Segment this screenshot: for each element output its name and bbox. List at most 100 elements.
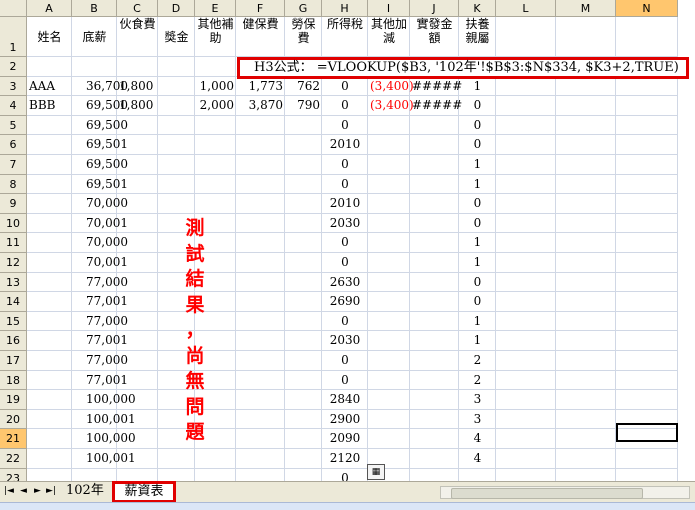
column-header-C[interactable]: C bbox=[117, 0, 158, 17]
cell-N3[interactable] bbox=[616, 76, 678, 97]
cell-A18[interactable] bbox=[27, 370, 72, 391]
row-header-11[interactable]: 11 bbox=[0, 233, 27, 253]
cell-J6[interactable] bbox=[410, 135, 459, 155]
cell-I20[interactable] bbox=[368, 409, 410, 430]
horizontal-scrollbar[interactable] bbox=[440, 486, 690, 499]
row-header-16[interactable]: 16 bbox=[0, 331, 27, 351]
column-header-B[interactable]: B bbox=[72, 0, 117, 17]
cell-M17[interactable] bbox=[556, 351, 616, 371]
cell-G11[interactable] bbox=[285, 233, 322, 253]
cell-L1[interactable] bbox=[496, 17, 556, 57]
cell-J12[interactable] bbox=[410, 253, 459, 273]
cell-M20[interactable] bbox=[556, 409, 616, 430]
cell-M10[interactable] bbox=[556, 213, 616, 234]
cell-E22[interactable] bbox=[195, 449, 236, 469]
cell-G21[interactable] bbox=[285, 429, 322, 449]
cell-L22[interactable] bbox=[496, 449, 556, 469]
cell-F5[interactable] bbox=[236, 115, 285, 136]
cell-F7[interactable] bbox=[236, 155, 285, 175]
cell-M16[interactable] bbox=[556, 331, 616, 351]
cell-M9[interactable] bbox=[556, 194, 616, 214]
cell-A21[interactable] bbox=[27, 429, 72, 449]
cell-J22[interactable] bbox=[410, 449, 459, 469]
tab-salary[interactable]: 薪資表 bbox=[112, 481, 176, 503]
cell-G20[interactable] bbox=[285, 409, 322, 430]
cell-I21[interactable] bbox=[368, 429, 410, 449]
cell-M7[interactable] bbox=[556, 155, 616, 175]
cell-J10[interactable] bbox=[410, 213, 459, 234]
row-header-4[interactable]: 4 bbox=[0, 96, 27, 116]
cell-F19[interactable] bbox=[236, 390, 285, 410]
column-header-L[interactable]: L bbox=[496, 0, 556, 17]
cell-J15[interactable] bbox=[410, 311, 459, 332]
row-header-15[interactable]: 15 bbox=[0, 311, 27, 332]
cell-A5[interactable] bbox=[27, 115, 72, 136]
cell-L4[interactable] bbox=[496, 96, 556, 116]
row-header-12[interactable]: 12 bbox=[0, 253, 27, 273]
cell-F9[interactable] bbox=[236, 194, 285, 214]
cell-J13[interactable] bbox=[410, 272, 459, 293]
row-header-21[interactable]: 21 bbox=[0, 429, 27, 449]
cell-L9[interactable] bbox=[496, 194, 556, 214]
cell-N14[interactable] bbox=[616, 292, 678, 312]
cell-G6[interactable] bbox=[285, 135, 322, 155]
cell-G15[interactable] bbox=[285, 311, 322, 332]
cell-J7[interactable] bbox=[410, 155, 459, 175]
cell-L21[interactable] bbox=[496, 429, 556, 449]
select-all-corner[interactable] bbox=[0, 0, 27, 17]
cell-N18[interactable] bbox=[616, 370, 678, 391]
cell-M18[interactable] bbox=[556, 370, 616, 391]
cell-I8[interactable] bbox=[368, 174, 410, 195]
last-sheet-icon[interactable]: ►| bbox=[46, 486, 56, 496]
cell-J19[interactable] bbox=[410, 390, 459, 410]
cell-L8[interactable] bbox=[496, 174, 556, 195]
cell-F18[interactable] bbox=[236, 370, 285, 391]
cell-N16[interactable] bbox=[616, 331, 678, 351]
cell-L19[interactable] bbox=[496, 390, 556, 410]
cell-G9[interactable] bbox=[285, 194, 322, 214]
cell-F17[interactable] bbox=[236, 351, 285, 371]
cell-F14[interactable] bbox=[236, 292, 285, 312]
cell-M21[interactable] bbox=[556, 429, 616, 449]
cell-F21[interactable] bbox=[236, 429, 285, 449]
cell-J9[interactable] bbox=[410, 194, 459, 214]
cell-A14[interactable] bbox=[27, 292, 72, 312]
row-header-6[interactable]: 6 bbox=[0, 135, 27, 155]
cell-G8[interactable] bbox=[285, 174, 322, 195]
row-header-13[interactable]: 13 bbox=[0, 272, 27, 293]
cell-A6[interactable] bbox=[27, 135, 72, 155]
cell-N10[interactable] bbox=[616, 213, 678, 234]
cell-M12[interactable] bbox=[556, 253, 616, 273]
cell-F15[interactable] bbox=[236, 311, 285, 332]
cell-J21[interactable] bbox=[410, 429, 459, 449]
row-header-9[interactable]: 9 bbox=[0, 194, 27, 214]
selected-cell-N21[interactable] bbox=[616, 423, 678, 442]
cell-N1[interactable] bbox=[616, 17, 678, 57]
cell-D6[interactable] bbox=[158, 135, 195, 155]
column-header-F[interactable]: F bbox=[236, 0, 285, 17]
cell-D4[interactable] bbox=[158, 96, 195, 116]
cell-L6[interactable] bbox=[496, 135, 556, 155]
cell-M22[interactable] bbox=[556, 449, 616, 469]
cell-J14[interactable] bbox=[410, 292, 459, 312]
prev-sheet-icon[interactable]: ◄ bbox=[20, 486, 27, 496]
cell-M3[interactable] bbox=[556, 76, 616, 97]
cell-A11[interactable] bbox=[27, 233, 72, 253]
cell-M1[interactable] bbox=[556, 17, 616, 57]
cell-M4[interactable] bbox=[556, 96, 616, 116]
cell-L15[interactable] bbox=[496, 311, 556, 332]
cell-D5[interactable] bbox=[158, 115, 195, 136]
column-header-A[interactable]: A bbox=[27, 0, 72, 17]
cell-I15[interactable] bbox=[368, 311, 410, 332]
cell-A10[interactable] bbox=[27, 213, 72, 234]
cell-A7[interactable] bbox=[27, 155, 72, 175]
cell-L17[interactable] bbox=[496, 351, 556, 371]
row-header-22[interactable]: 22 bbox=[0, 449, 27, 469]
cell-D9[interactable] bbox=[158, 194, 195, 214]
column-header-H[interactable]: H bbox=[322, 0, 368, 17]
row-header-3[interactable]: 3 bbox=[0, 76, 27, 97]
cell-A2[interactable] bbox=[27, 57, 72, 77]
cell-F16[interactable] bbox=[236, 331, 285, 351]
cell-G19[interactable] bbox=[285, 390, 322, 410]
cell-I16[interactable] bbox=[368, 331, 410, 351]
